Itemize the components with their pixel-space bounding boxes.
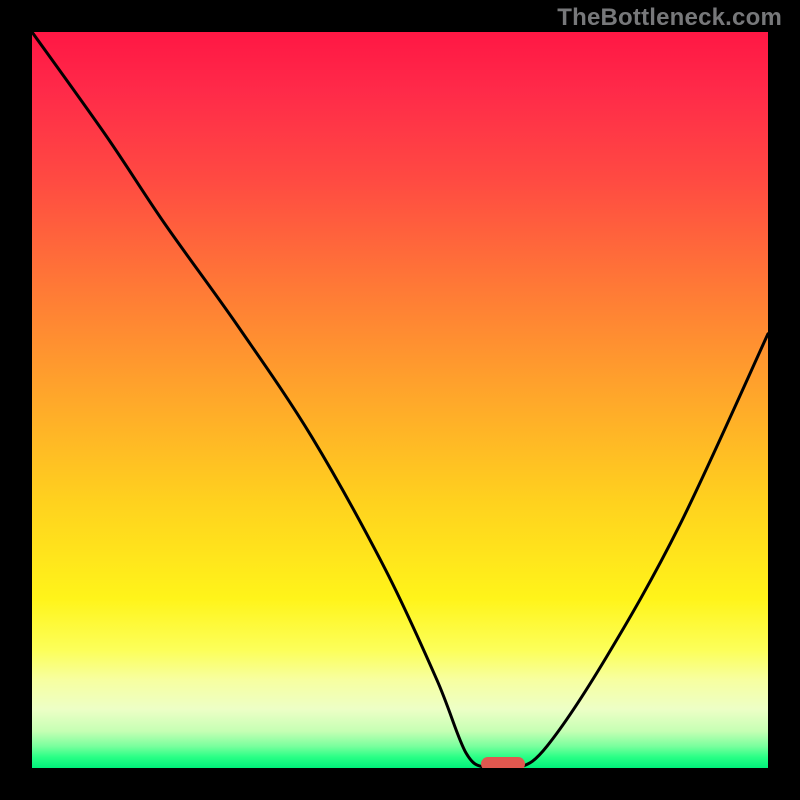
bottleneck-curve bbox=[32, 32, 768, 768]
optimal-marker bbox=[481, 757, 525, 768]
chart-container: TheBottleneck.com bbox=[0, 0, 800, 800]
curve-path bbox=[32, 32, 768, 768]
watermark-text: TheBottleneck.com bbox=[557, 4, 782, 32]
plot-area bbox=[32, 32, 768, 768]
